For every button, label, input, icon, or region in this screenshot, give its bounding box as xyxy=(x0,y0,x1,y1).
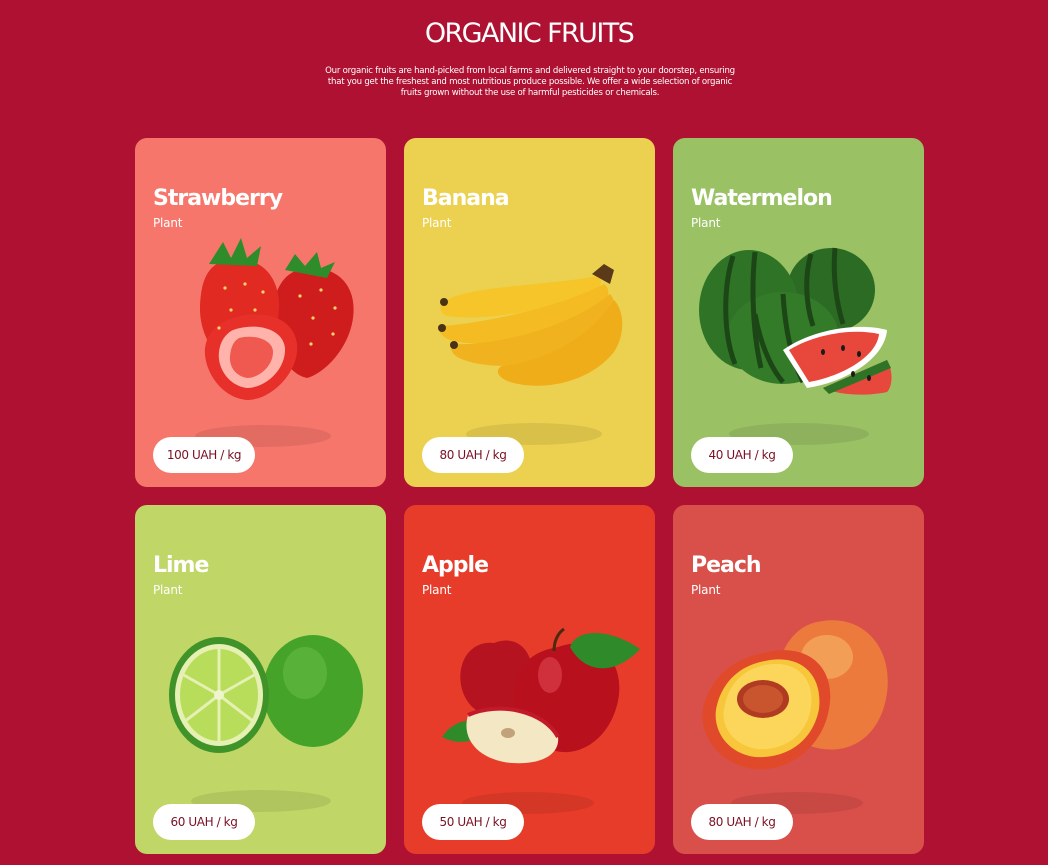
fruit-card-banana[interactable]: Banana Plant 80 UAH / kg xyxy=(404,138,655,487)
product-page: ORGANIC FRUITS Our organic fruits are ha… xyxy=(0,0,1048,865)
price-button[interactable]: 40 UAH / kg xyxy=(691,437,793,473)
price-button[interactable]: 50 UAH / kg xyxy=(422,804,524,840)
fruit-card-watermelon[interactable]: Watermelon Plant 40 UAH / kg xyxy=(673,138,924,487)
apple-icon xyxy=(442,627,640,814)
page-description: Our organic fruits are hand-picked from … xyxy=(325,66,735,98)
price-button[interactable]: 80 UAH / kg xyxy=(422,437,524,473)
price-button[interactable]: 60 UAH / kg xyxy=(153,804,255,840)
banana-icon xyxy=(438,264,623,445)
fruit-card-apple[interactable]: Apple Plant 50 UAH / kg xyxy=(404,505,655,854)
fruit-card-peach[interactable]: Peach Plant 80 UAH / kg xyxy=(673,505,924,854)
fruit-card-strawberry[interactable]: Strawberry Plant 100 UAH / kg xyxy=(135,138,386,487)
fruit-card-lime[interactable]: Lime Plant 60 UAH / kg xyxy=(135,505,386,854)
lime-icon xyxy=(169,635,363,812)
peach-icon xyxy=(702,620,888,814)
page-title: ORGANIC FRUITS xyxy=(424,18,635,49)
price-button[interactable]: 100 UAH / kg xyxy=(153,437,255,473)
strawberry-icon xyxy=(195,238,354,447)
price-button[interactable]: 80 UAH / kg xyxy=(691,804,793,840)
watermelon-icon xyxy=(699,247,892,445)
